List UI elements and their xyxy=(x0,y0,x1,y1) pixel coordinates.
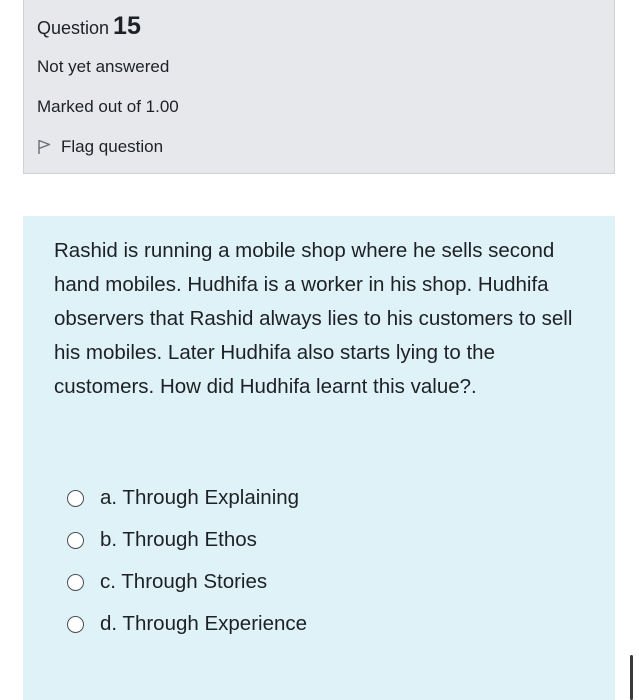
answer-label: c. Through Stories xyxy=(100,570,268,593)
flag-question-button[interactable]: Flag question xyxy=(37,137,163,157)
question-heading: Question 15 xyxy=(37,12,141,41)
question-state: Not yet answered xyxy=(37,57,170,76)
scrollbar[interactable] xyxy=(630,655,633,700)
question-grade: Marked out of 1.00 xyxy=(37,97,179,116)
radio-unselected-icon[interactable] xyxy=(67,573,84,591)
question-info-panel: Question 15 Not yet answered Marked out o… xyxy=(23,0,615,174)
radio-unselected-icon[interactable] xyxy=(67,489,84,507)
question-content-panel: Rashid is running a mobile shop where he… xyxy=(23,216,615,700)
question-text: Rashid is running a mobile shop where he… xyxy=(54,239,573,398)
answer-label: d. Through Experience xyxy=(100,612,308,635)
answer-options: a. Through Explaining b. Through Ethos c… xyxy=(67,472,307,650)
answer-label: b. Through Ethos xyxy=(100,528,257,551)
radio-unselected-icon[interactable] xyxy=(67,615,84,633)
answer-option-d[interactable]: d. Through Experience xyxy=(67,598,307,650)
question-label: Question xyxy=(37,18,110,38)
radio-unselected-icon[interactable] xyxy=(67,531,84,549)
flag-icon xyxy=(38,139,51,154)
flag-question-label: Flag question xyxy=(61,137,164,156)
question-number: 15 xyxy=(113,12,141,40)
answer-label: a. Through Explaining xyxy=(100,486,300,509)
